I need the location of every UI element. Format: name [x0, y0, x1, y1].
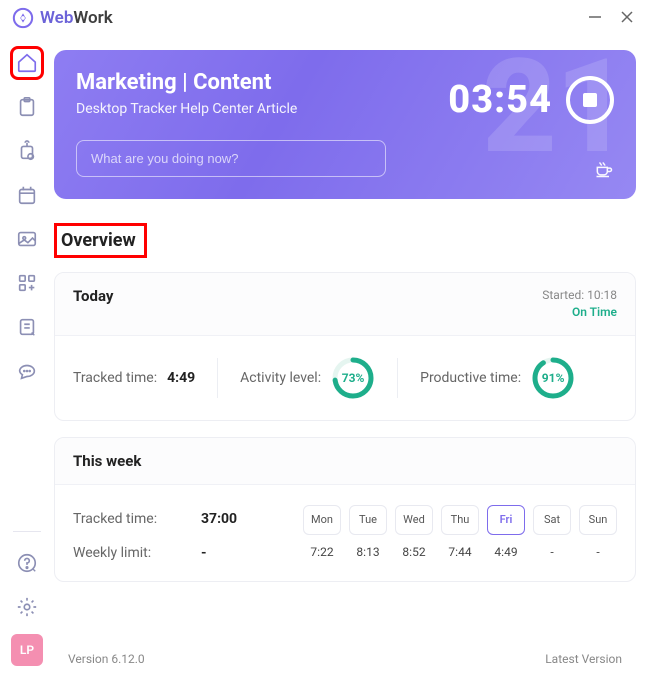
sidebar-item-reports[interactable] [10, 310, 44, 344]
week-grid: Mon Tue Wed Thu Fri Sat Sun 7:22 8:13 8:52 7:44 4:… [303, 505, 617, 559]
week-limit-label: Weekly limit: [73, 545, 183, 561]
sidebar-item-timesheet[interactable] [10, 134, 44, 168]
day-cell-sat[interactable]: Sat [533, 505, 571, 535]
divider [217, 358, 218, 398]
latest-version-text: Latest Version [545, 652, 622, 666]
activity-ring: 73% [331, 356, 375, 400]
day-value-wed: 8:52 [395, 545, 433, 559]
week-tracked-label: Tracked time: [73, 511, 183, 527]
today-title: Today [73, 287, 113, 305]
productive-pct: 91% [531, 356, 575, 400]
footer: Version 6.12.0 Latest Version [54, 642, 636, 680]
brand-logo-icon [12, 7, 34, 29]
project-subtitle: Desktop Tracker Help Center Article [76, 101, 297, 117]
week-card: This week Tracked time: 37:00 Weekly lim… [54, 437, 636, 582]
avatar[interactable]: LP [11, 634, 43, 666]
day-value-tue: 8:13 [349, 545, 387, 559]
divider [397, 358, 398, 398]
day-cell-sun[interactable]: Sun [579, 505, 617, 535]
project-title: Marketing | Content [76, 70, 297, 95]
day-value-thu: 7:44 [441, 545, 479, 559]
sidebar-item-clipboard[interactable] [10, 90, 44, 124]
today-status: On Time [542, 304, 617, 321]
elapsed-timer: 03:54 [448, 78, 552, 122]
tracked-time-value: 4:49 [167, 370, 195, 386]
brand-name: WebWork [40, 8, 113, 28]
activity-label: Activity level: [240, 370, 321, 386]
titlebar: WebWork [0, 0, 646, 36]
productive-label: Productive time: [420, 370, 521, 386]
week-tracked-value: 37:00 [201, 511, 237, 527]
today-card: Today Started: 10:18 On Time Tracked tim… [54, 272, 636, 421]
version-text: Version 6.12.0 [68, 652, 145, 666]
main-area: 21 Marketing | Content Desktop Tracker H… [54, 36, 646, 680]
day-cell-fri[interactable]: Fri [487, 505, 525, 535]
day-value-fri: 4:49 [487, 545, 525, 559]
day-value-sat: - [533, 545, 571, 559]
stop-button[interactable] [566, 76, 614, 124]
window-controls [588, 9, 634, 28]
day-cell-thu[interactable]: Thu [441, 505, 479, 535]
tracked-time-label: Tracked time: [73, 370, 157, 386]
day-cell-tue[interactable]: Tue [349, 505, 387, 535]
tracker-header-card: 21 Marketing | Content Desktop Tracker H… [54, 50, 636, 199]
today-started: Started: 10:18 [542, 287, 617, 304]
task-input[interactable] [76, 140, 386, 177]
sidebar-item-chat[interactable] [10, 354, 44, 388]
sidebar: LP [0, 36, 54, 680]
day-value-sun: - [579, 545, 617, 559]
break-icon[interactable] [594, 159, 614, 183]
week-title: This week [73, 452, 141, 470]
sidebar-item-apps[interactable] [10, 266, 44, 300]
activity-pct: 73% [331, 356, 375, 400]
sidebar-item-settings[interactable] [10, 590, 44, 624]
day-value-mon: 7:22 [303, 545, 341, 559]
stop-icon [583, 93, 597, 107]
brand: WebWork [12, 7, 113, 29]
minimize-button[interactable] [588, 9, 602, 28]
sidebar-item-calendar[interactable] [10, 178, 44, 212]
sidebar-item-help[interactable] [10, 546, 44, 580]
close-button[interactable] [620, 9, 634, 28]
day-cell-mon[interactable]: Mon [303, 505, 341, 535]
sidebar-item-home[interactable] [10, 46, 44, 80]
day-cell-wed[interactable]: Wed [395, 505, 433, 535]
week-limit-value: - [201, 545, 207, 561]
section-title-overview: Overview [54, 223, 147, 258]
sidebar-item-screenshots[interactable] [10, 222, 44, 256]
productive-ring: 91% [531, 356, 575, 400]
